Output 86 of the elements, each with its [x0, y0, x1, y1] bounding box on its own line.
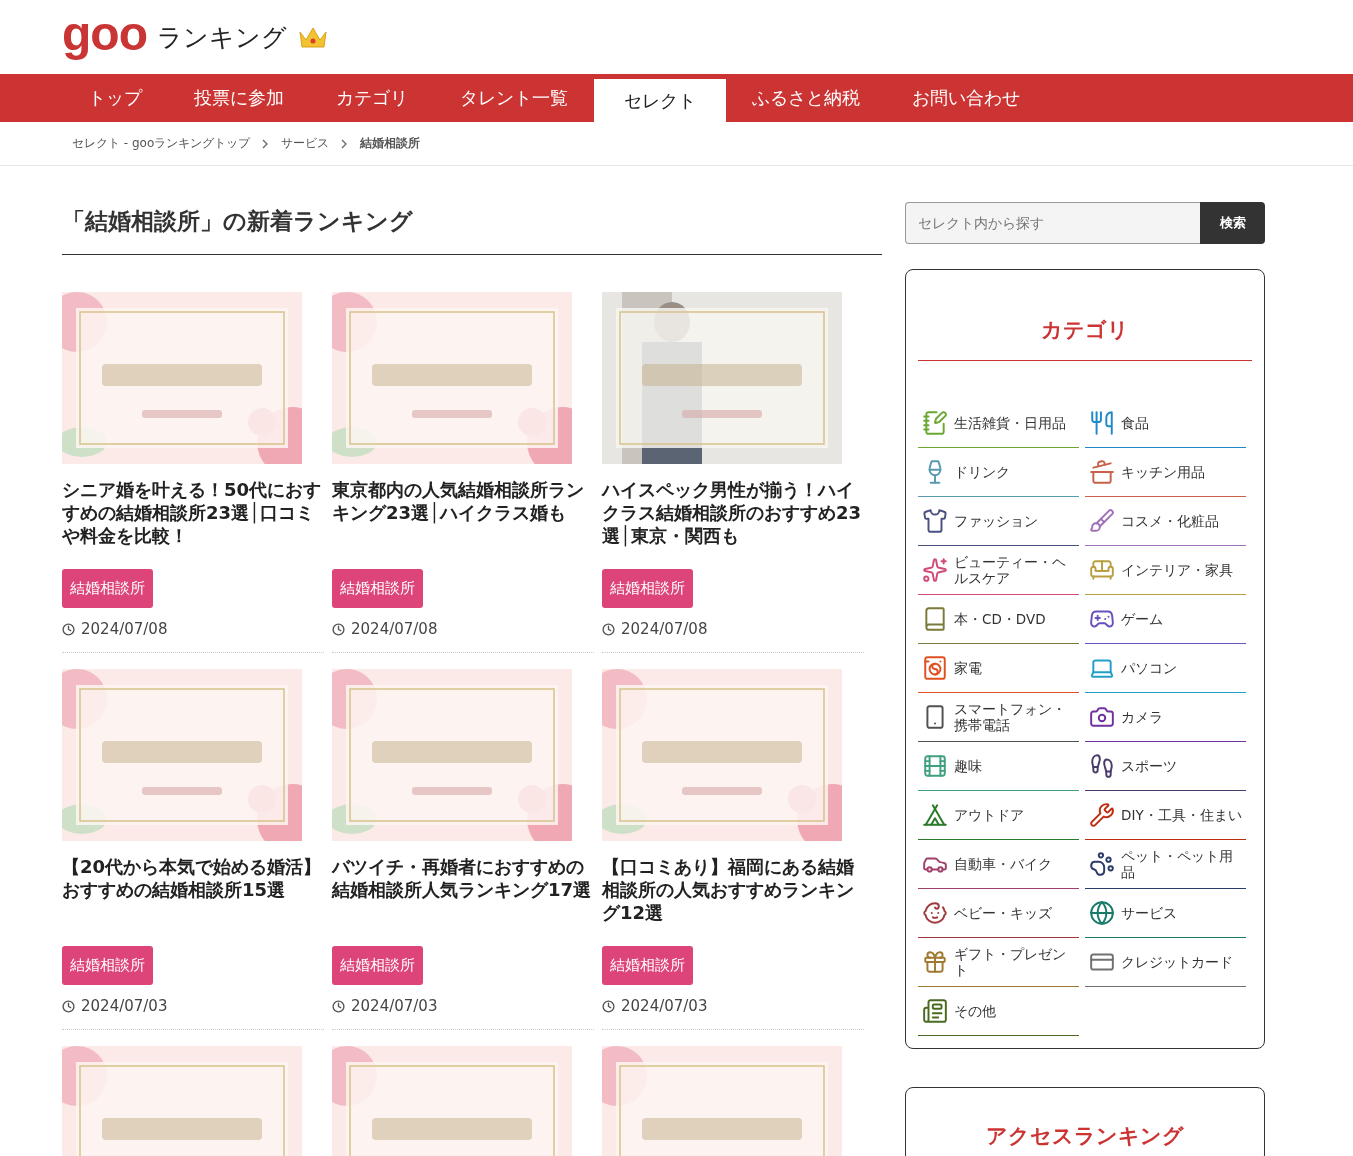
- category-link[interactable]: パソコン: [1085, 644, 1246, 693]
- clock-icon: [332, 999, 345, 1013]
- category-tag[interactable]: 結婚相談所: [602, 946, 693, 985]
- section-heading: 「結婚相談所」の新着ランキング: [62, 202, 882, 255]
- article-title[interactable]: 【口コミあり】福岡にある結婚相談所の人気おすすめランキング12選: [602, 855, 864, 924]
- cooking-pot-icon: [1089, 459, 1115, 485]
- article-date: 2024/07/08: [351, 620, 438, 638]
- article-date: 2024/07/08: [621, 620, 708, 638]
- nav-tab[interactable]: タレント一覧: [434, 74, 594, 122]
- category-link[interactable]: 生活雑貨・日用品: [918, 399, 1079, 448]
- category-link[interactable]: ドリンク: [918, 448, 1079, 497]
- article-title[interactable]: バツイチ・再婚者におすすめの結婚相談所人気ランキング17選: [332, 855, 594, 924]
- footprints-icon: [1089, 753, 1115, 779]
- sparkles-icon: [922, 557, 948, 583]
- gift-icon: [922, 949, 948, 975]
- washing-machine-icon: [922, 655, 948, 681]
- nav-tab[interactable]: トップ: [62, 74, 168, 122]
- clock-icon: [62, 999, 75, 1013]
- nav-tab[interactable]: 投票に参加: [168, 74, 310, 122]
- logo[interactable]: goo: [62, 10, 147, 58]
- category-link[interactable]: 食品: [1085, 399, 1246, 448]
- article-title[interactable]: 【20代から本気で始める婚活】おすすめの結婚相談所15選: [62, 855, 324, 924]
- book-icon: [922, 606, 948, 632]
- category-link[interactable]: キッチン用品: [1085, 448, 1246, 497]
- category-link[interactable]: ベビー・キッズ: [918, 889, 1079, 938]
- article-date: 2024/07/03: [81, 997, 168, 1015]
- category-link[interactable]: スマートフォン・携帯電話: [918, 693, 1079, 742]
- article-date: 2024/07/03: [351, 997, 438, 1015]
- category-link[interactable]: アウトドア: [918, 791, 1079, 840]
- chevron-icon: [262, 138, 270, 149]
- category-link[interactable]: 自動車・バイク: [918, 840, 1079, 889]
- article-date: 2024/07/03: [621, 997, 708, 1015]
- category-link[interactable]: ビューティー・ヘルスケア: [918, 546, 1079, 595]
- nav-tab[interactable]: ふるさと納税: [726, 74, 886, 122]
- notebook-pen-icon: [922, 410, 948, 436]
- brush-icon: [1089, 508, 1115, 534]
- box-title: カテゴリ: [918, 270, 1252, 361]
- logo-text: ランキング: [156, 21, 287, 54]
- tent-icon: [922, 802, 948, 828]
- article-date: 2024/07/08: [81, 620, 168, 638]
- search-field[interactable]: セレクト内から探す: [905, 202, 1200, 244]
- clock-icon: [602, 622, 615, 636]
- category-link[interactable]: カメラ: [1085, 693, 1246, 742]
- chevron-icon: [341, 138, 349, 149]
- film-icon: [922, 753, 948, 779]
- search-button[interactable]: 検索: [1200, 202, 1265, 244]
- article-title[interactable]: ハイスペック男性が揃う！ハイクラス結婚相談所のおすすめ23選│東京・関西も: [602, 478, 864, 547]
- category-link[interactable]: ギフト・プレゼント: [918, 938, 1079, 987]
- category-link[interactable]: 本・CD・DVD: [918, 595, 1079, 644]
- globe-icon: [1089, 900, 1115, 926]
- nav-tab[interactable]: お問い合わせ: [886, 74, 1046, 122]
- nav-tab[interactable]: カテゴリ: [310, 74, 434, 122]
- category-link[interactable]: DIY・工具・住まい: [1085, 791, 1246, 840]
- category-link[interactable]: 家電: [918, 644, 1079, 693]
- camera-icon: [1089, 704, 1115, 730]
- category-tag[interactable]: 結婚相談所: [62, 946, 153, 985]
- category-tag[interactable]: 結婚相談所: [332, 569, 423, 608]
- category-link[interactable]: スポーツ: [1085, 742, 1246, 791]
- breadcrumb-link[interactable]: サービス: [281, 135, 330, 152]
- category-link[interactable]: コスメ・化粧品: [1085, 497, 1246, 546]
- article-title[interactable]: シニア婚を叶える！50代におすすめの結婚相談所23選│口コミや料金を比較！: [62, 478, 324, 547]
- category-link[interactable]: ファッション: [918, 497, 1079, 546]
- article-title[interactable]: 東京都内の人気結婚相談所ランキング23選│ハイクラス婚も: [332, 478, 594, 547]
- box-title: アクセスランキング: [985, 1123, 1185, 1150]
- category-link[interactable]: ペット・ペット用品: [1085, 840, 1246, 889]
- clock-icon: [62, 622, 75, 636]
- category-link[interactable]: 趣味: [918, 742, 1079, 791]
- newspaper-icon: [922, 998, 948, 1024]
- category-link[interactable]: クレジットカード: [1085, 938, 1246, 987]
- category-tag[interactable]: 結婚相談所: [602, 569, 693, 608]
- breadcrumb-link[interactable]: セレクト - gooランキングトップ: [72, 135, 251, 152]
- shirt-icon: [922, 508, 948, 534]
- category-tag[interactable]: 結婚相談所: [332, 946, 423, 985]
- category-link[interactable]: ゲーム: [1085, 595, 1246, 644]
- utensils-icon: [1089, 410, 1115, 436]
- clock-icon: [602, 999, 615, 1013]
- baby-icon: [922, 900, 948, 926]
- category-tag[interactable]: 結婚相談所: [62, 569, 153, 608]
- clock-icon: [332, 622, 345, 636]
- category-link[interactable]: サービス: [1085, 889, 1246, 938]
- paw-print-icon: [1089, 851, 1115, 877]
- category-link[interactable]: インテリア・家具: [1085, 546, 1246, 595]
- nav-tab[interactable]: セレクト: [594, 79, 726, 122]
- wrench-icon: [1089, 802, 1115, 828]
- sofa-icon: [1089, 557, 1115, 583]
- category-link[interactable]: その他: [918, 987, 1079, 1036]
